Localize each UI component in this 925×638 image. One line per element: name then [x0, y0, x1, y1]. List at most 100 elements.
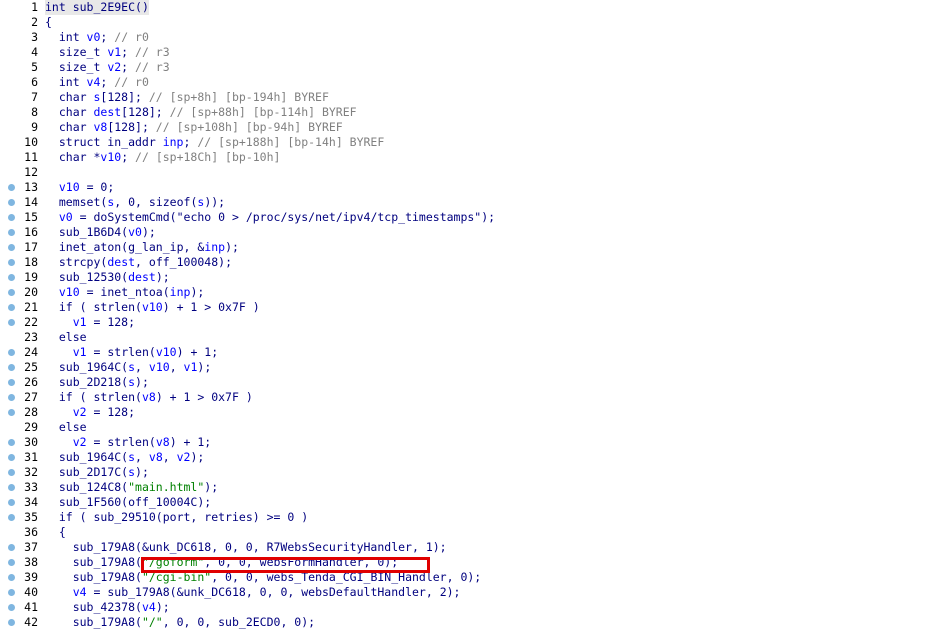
line-number: 29	[24, 420, 38, 434]
code-line[interactable]: 41 sub_42378(v4);	[0, 600, 925, 615]
code-line[interactable]: 39 sub_179A8("/cgi-bin", 0, 0, webs_Tend…	[0, 570, 925, 585]
breakpoint-dot-icon[interactable]	[8, 244, 15, 251]
code-line[interactable]: 12	[0, 165, 925, 180]
code-token: size_t	[45, 60, 108, 74]
code-token: [128];	[107, 120, 156, 134]
code-line[interactable]: 4 size_t v1; // r3	[0, 45, 925, 60]
code-token: (	[148, 435, 156, 449]
breakpoint-dot-icon[interactable]	[8, 289, 15, 296]
code-token: unk_DC618	[183, 585, 246, 599]
code-line[interactable]: 33 sub_124C8("main.html");	[0, 480, 925, 495]
code-line[interactable]: 29 else	[0, 420, 925, 435]
code-line[interactable]: 9 char v8[128]; // [sp+108h] [bp-94h] BY…	[0, 120, 925, 135]
code-token: if (	[45, 390, 94, 404]
breakpoint-dot-icon[interactable]	[8, 499, 15, 506]
code-line[interactable]: 17 inet_aton(g_lan_ip, &inp);	[0, 240, 925, 255]
code-token: );	[218, 255, 233, 269]
code-line[interactable]: 34 sub_1F560(off_10004C);	[0, 495, 925, 510]
breakpoint-dot-icon[interactable]	[8, 319, 15, 326]
code-text: int v4; // r0	[45, 75, 149, 90]
breakpoint-dot-icon[interactable]	[8, 559, 15, 566]
code-line[interactable]: 16 sub_1B6D4(v0);	[0, 225, 925, 240]
code-line[interactable]: 5 size_t v2; // r3	[0, 60, 925, 75]
breakpoint-dot-icon[interactable]	[8, 409, 15, 416]
breakpoint-dot-icon[interactable]	[8, 274, 15, 281]
code-text: char v8[128]; // [sp+108h] [bp-94h] BYRE…	[45, 120, 343, 135]
code-token: inp	[169, 285, 191, 299]
breakpoint-dot-icon[interactable]	[8, 589, 15, 596]
breakpoint-dot-icon[interactable]	[8, 229, 15, 236]
code-token: =	[79, 285, 101, 299]
breakpoint-dot-icon[interactable]	[8, 364, 15, 371]
code-line[interactable]: 36 {	[0, 525, 925, 540]
code-line[interactable]: 3 int v0; // r0	[0, 30, 925, 45]
code-token: );	[135, 465, 149, 479]
breakpoint-dot-icon[interactable]	[8, 259, 15, 266]
code-token: (	[155, 510, 163, 524]
code-token: (	[135, 600, 142, 614]
code-line[interactable]: 38 sub_179A8("/goform", 0, 0, websFormHa…	[0, 555, 925, 570]
code-token: sub_179A8	[72, 555, 136, 569]
code-line[interactable]: 32 sub_2D17C(s);	[0, 465, 925, 480]
code-line[interactable]: 2{	[0, 15, 925, 30]
code-line[interactable]: 21 if ( strlen(v10) + 1 > 0x7F )	[0, 300, 925, 315]
code-line[interactable]: 19 sub_12530(dest);	[0, 270, 925, 285]
code-line[interactable]: 35 if ( sub_29510(port, retries) >= 0 )	[0, 510, 925, 525]
code-line[interactable]: 23 else	[0, 330, 925, 345]
code-line[interactable]: 20 v10 = inet_ntoa(inp);	[0, 285, 925, 300]
code-token: ,	[162, 450, 177, 464]
breakpoint-dot-icon[interactable]	[8, 454, 15, 461]
line-number: 27	[24, 390, 38, 404]
code-text: sub_1964C(s, v10, v1);	[45, 360, 211, 375]
code-token: off_100048	[148, 255, 219, 269]
code-line[interactable]: 8 char dest[128]; // [sp+88h] [bp-114h] …	[0, 105, 925, 120]
breakpoint-dot-icon[interactable]	[8, 604, 15, 611]
code-line[interactable]: 10 struct in_addr inp; // [sp+188h] [bp-…	[0, 135, 925, 150]
code-line[interactable]: 7 char s[128]; // [sp+8h] [bp-194h] BYRE…	[0, 90, 925, 105]
code-line[interactable]: 27 if ( strlen(v8) + 1 > 0x7F )	[0, 390, 925, 405]
breakpoint-dot-icon[interactable]	[8, 214, 15, 221]
breakpoint-dot-icon[interactable]	[8, 199, 15, 206]
breakpoint-dot-icon[interactable]	[8, 349, 15, 356]
code-line[interactable]: 28 v2 = 128;	[0, 405, 925, 420]
code-line[interactable]: 40 v4 = sub_179A8(&unk_DC618, 0, 0, webs…	[0, 585, 925, 600]
code-line[interactable]: 42 sub_179A8("/", 0, 0, sub_2ECD0, 0);	[0, 615, 925, 630]
code-token: , 0);	[446, 570, 482, 584]
line-number: 11	[24, 150, 38, 164]
breakpoint-dot-icon[interactable]	[8, 484, 15, 491]
code-line[interactable]: 14 memset(s, 0, sizeof(s));	[0, 195, 925, 210]
breakpoint-dot-icon[interactable]	[8, 544, 15, 551]
code-text: v4 = sub_179A8(&unk_DC618, 0, 0, websDef…	[45, 585, 461, 600]
breakpoint-dot-icon[interactable]	[8, 619, 15, 626]
code-token: );	[155, 600, 170, 614]
breakpoint-dot-icon[interactable]	[8, 514, 15, 521]
breakpoint-dot-icon[interactable]	[8, 439, 15, 446]
code-token: else	[45, 420, 87, 434]
code-line[interactable]: 13 v10 = 0;	[0, 180, 925, 195]
code-token: v1	[183, 360, 198, 374]
breakpoint-dot-icon[interactable]	[8, 574, 15, 581]
code-line[interactable]: 25 sub_1964C(s, v10, v1);	[0, 360, 925, 375]
code-token: char	[45, 90, 94, 104]
code-line[interactable]: 11 char *v10; // [sp+18Ch] [bp-10h]	[0, 150, 925, 165]
breakpoint-dot-icon[interactable]	[8, 469, 15, 476]
code-token: inp	[204, 240, 226, 254]
pseudocode-view[interactable]: 1 int sub_2E9EC() 2{3 int v0; // r0 4 size_…	[0, 0, 925, 638]
code-line[interactable]: 6 int v4; // r0	[0, 75, 925, 90]
code-text: sub_42378(v4);	[45, 600, 170, 615]
code-line[interactable]: 15 v0 = doSystemCmd("echo 0 > /proc/sys/…	[0, 210, 925, 225]
code-line[interactable]: 18 strcpy(dest, off_100048);	[0, 255, 925, 270]
code-line[interactable]: 37 sub_179A8(&unk_DC618, 0, 0, R7WebsSec…	[0, 540, 925, 555]
breakpoint-dot-icon[interactable]	[8, 184, 15, 191]
code-line[interactable]: 24 v1 = strlen(v10) + 1;	[0, 345, 925, 360]
code-line[interactable]: 30 v2 = strlen(v8) + 1;	[0, 435, 925, 450]
breakpoint-dot-icon[interactable]	[8, 304, 15, 311]
code-line[interactable]: 1 int sub_2E9EC()	[0, 0, 925, 15]
code-line[interactable]: 26 sub_2D218(s);	[0, 375, 925, 390]
breakpoint-dot-icon[interactable]	[8, 394, 15, 401]
breakpoint-dot-icon[interactable]	[8, 379, 15, 386]
code-line[interactable]: 22 v1 = 128;	[0, 315, 925, 330]
code-line[interactable]: 31 sub_1964C(s, v8, v2);	[0, 450, 925, 465]
